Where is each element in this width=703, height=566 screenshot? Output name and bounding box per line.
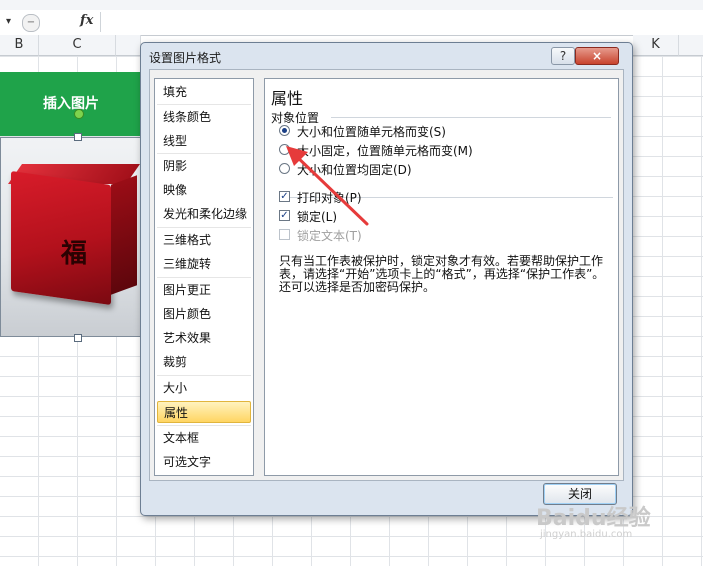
rotation-handle[interactable] — [74, 109, 84, 119]
nav-item-fill[interactable]: 填充 — [157, 81, 251, 103]
watermark-logo: Baidu经验 — [536, 506, 651, 531]
nav-item-artistic-effects[interactable]: 艺术效果 — [157, 327, 251, 349]
format-picture-dialog: 设置图片格式 ? × 填充 线条颜色 线型 阴影 映像 发光和柔化边缘 三维格式… — [140, 42, 633, 516]
nav-item-line-color[interactable]: 线条颜色 — [157, 106, 251, 128]
nav-separator — [157, 104, 251, 105]
dialog-title: 设置图片格式 — [149, 51, 222, 65]
radio-move-and-size-label[interactable]: 大小和位置随单元格而变(S) — [297, 123, 446, 140]
column-header-d[interactable] — [116, 35, 141, 56]
name-box-dropdown-icon[interactable]: ▾ — [6, 16, 11, 27]
formula-bar: ▾ − fx — [0, 10, 703, 36]
gift-box-side — [111, 175, 137, 295]
nav-item-size[interactable]: 大小 — [157, 377, 251, 399]
nav-item-crop[interactable]: 裁剪 — [157, 351, 251, 373]
nav-separator — [157, 277, 251, 278]
column-header-b[interactable]: B — [0, 35, 39, 56]
banner-cell: 插入图片 — [0, 72, 142, 136]
nav-item-reflection[interactable]: 映像 — [157, 179, 251, 201]
nav-separator — [157, 153, 251, 154]
resize-handle-top[interactable] — [74, 133, 82, 141]
annotation-arrow — [286, 146, 369, 226]
nav-item-3d-rotation[interactable]: 三维旋转 — [157, 253, 251, 275]
nav-item-properties[interactable]: 属性 — [157, 401, 251, 423]
nav-item-3d-format[interactable]: 三维格式 — [157, 229, 251, 251]
nav-item-text-box[interactable]: 文本框 — [157, 427, 251, 449]
nav-separator — [157, 227, 251, 228]
nav-item-shadow[interactable]: 阴影 — [157, 155, 251, 177]
nav-separator — [157, 425, 251, 426]
formula-input[interactable] — [100, 12, 701, 32]
formula-expand-icon[interactable]: − — [22, 14, 40, 32]
protection-info-text: 只有当工作表被保护时，锁定对象才有效。若要帮助保护工作表，请选择“开始”选项卡上… — [279, 254, 605, 294]
inserted-picture[interactable]: 福 — [0, 137, 142, 337]
nav-separator — [157, 375, 251, 376]
nav-item-glow-soft-edges[interactable]: 发光和柔化边缘 — [157, 203, 251, 225]
group-divider — [331, 117, 611, 118]
panel-title: 属性 — [271, 89, 304, 108]
fu-character-graphic: 福 — [61, 239, 88, 269]
properties-panel: 属性 对象位置 大小和位置随单元格而变(S) 大小固定，位置随单元格而变(M) … — [264, 78, 619, 476]
annotation-arrow-shaft — [292, 152, 369, 226]
column-header-k[interactable]: K — [633, 35, 679, 56]
watermark-url: jingyan.baidu.com — [540, 529, 633, 540]
resize-handle-bottom[interactable] — [74, 334, 82, 342]
nav-item-line-style[interactable]: 线型 — [157, 130, 251, 152]
help-button[interactable]: ? — [551, 47, 575, 65]
dialog-body: 填充 线条颜色 线型 阴影 映像 发光和柔化边缘 三维格式 三维旋转 图片更正 … — [149, 69, 624, 481]
close-icon[interactable]: × — [575, 47, 619, 65]
nav-item-alt-text[interactable]: 可选文字 — [157, 451, 251, 473]
radio-move-and-size[interactable] — [279, 125, 290, 136]
fx-icon[interactable]: fx — [80, 13, 93, 28]
column-header-c[interactable]: C — [39, 35, 116, 56]
nav-item-picture-color[interactable]: 图片颜色 — [157, 303, 251, 325]
nav-item-picture-corrections[interactable]: 图片更正 — [157, 279, 251, 301]
category-list: 填充 线条颜色 线型 阴影 映像 发光和柔化边缘 三维格式 三维旋转 图片更正 … — [154, 78, 254, 476]
column-header-l[interactable] — [679, 35, 703, 56]
